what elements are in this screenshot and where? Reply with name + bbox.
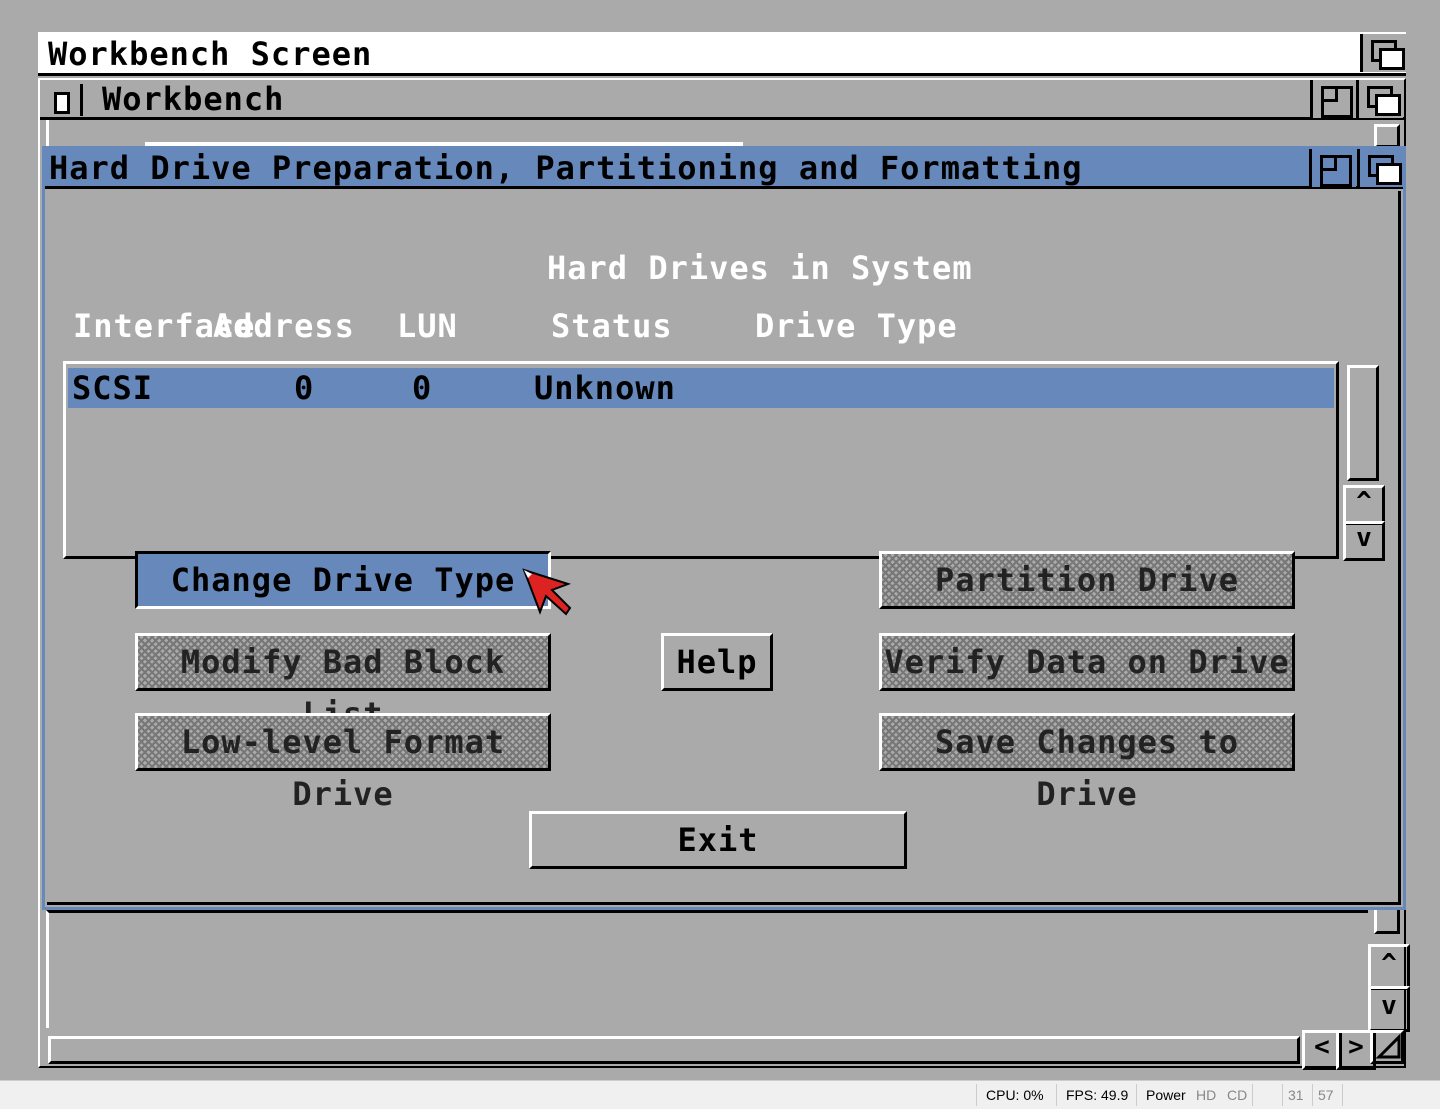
screen-title: Workbench Screen — [48, 35, 373, 73]
hd-toolbox-window: Hard Drive Preparation, Partitioning and… — [42, 146, 1406, 910]
workbench-hscroll-knob[interactable] — [48, 1036, 1300, 1064]
workbench-vscroll-knob[interactable] — [1374, 124, 1400, 148]
drive-track-df0: 31 — [1288, 1087, 1304, 1103]
drive-list[interactable]: SCSI 0 0 Unknown — [63, 361, 1339, 559]
workbench-vertical-scrollbar[interactable]: ^ v — [1368, 910, 1410, 1032]
scroll-down-arrow-icon[interactable]: v — [1368, 986, 1410, 1032]
column-header-status: Status — [551, 307, 673, 345]
low-level-format-button[interactable]: Low-level Format Drive — [135, 713, 551, 813]
change-drive-type-button[interactable]: Change Drive Type — [135, 551, 551, 609]
drive-interface: SCSI — [72, 369, 154, 407]
hd-zoom-gadget-icon[interactable] — [1309, 149, 1356, 187]
zoom-gadget-icon[interactable] — [1310, 80, 1357, 118]
list-item[interactable]: SCSI 0 0 Unknown — [68, 368, 1334, 408]
screen-depth-gadget-icon[interactable] — [1360, 34, 1407, 72]
drive-list-scroll-knob[interactable] — [1347, 365, 1379, 481]
hd-window-title: Hard Drive Preparation, Partitioning and… — [49, 149, 1083, 187]
list-scroll-up-arrow-icon[interactable]: ^ — [1343, 485, 1385, 525]
save-changes-button[interactable]: Save Changes to Drive — [879, 713, 1295, 813]
column-header-drive-type: Drive Type — [755, 307, 958, 345]
resize-gadget-icon[interactable] — [1370, 1030, 1404, 1064]
hd-indicator: HD — [1196, 1087, 1217, 1103]
help-button[interactable]: Help — [661, 633, 773, 691]
hd-window-body: Hard Drives in System Interface Address … — [47, 191, 1401, 905]
hd-window-title-bar[interactable]: Hard Drive Preparation, Partitioning and… — [45, 149, 1404, 189]
hd-depth-gadget-icon[interactable] — [1357, 149, 1404, 187]
partition-drive-button[interactable]: Partition Drive — [879, 551, 1295, 609]
list-scroll-down-arrow-icon[interactable]: v — [1343, 521, 1385, 561]
window-depth-gadget-icon[interactable] — [1356, 80, 1403, 118]
workbench-window-title: Workbench — [102, 80, 285, 118]
cpu-usage: CPU: 0% — [986, 1087, 1044, 1103]
workbench-vscroll-knob-bottom[interactable] — [1374, 910, 1400, 934]
verify-data-button[interactable]: Verify Data on Drive — [879, 633, 1295, 691]
workbench-lower-content — [46, 910, 1368, 1028]
scroll-up-arrow-icon[interactable]: ^ — [1368, 944, 1410, 990]
drive-address: 0 — [294, 369, 315, 407]
workbench-title-bar[interactable]: Workbench — [40, 80, 1404, 120]
column-header-lun: LUN — [397, 307, 458, 345]
power-indicator: Power — [1146, 1087, 1186, 1103]
drive-lun: 0 — [412, 369, 433, 407]
drive-track-df1: 57 — [1318, 1087, 1334, 1103]
mouse-pointer-icon — [520, 566, 574, 620]
column-header-address: Address — [213, 307, 355, 345]
exit-button[interactable]: Exit — [529, 811, 907, 869]
modify-bad-block-list-button[interactable]: Modify Bad Block List — [135, 633, 551, 733]
emulator-status-bar: CPU: 0% FPS: 49.9 Power HD CD 31 57 — [0, 1080, 1440, 1109]
drive-list-scrollbar[interactable]: ^ v — [1343, 361, 1385, 561]
close-gadget-icon[interactable] — [44, 84, 83, 116]
cd-indicator: CD — [1227, 1087, 1248, 1103]
drive-status: Unknown — [534, 369, 676, 407]
workbench-horizontal-scrollbar[interactable] — [46, 1030, 1300, 1064]
screen-title-bar: Workbench Screen — [38, 32, 1407, 76]
fps-readout: FPS: 49.9 — [1066, 1087, 1129, 1103]
list-title: Hard Drives in System — [547, 249, 973, 287]
